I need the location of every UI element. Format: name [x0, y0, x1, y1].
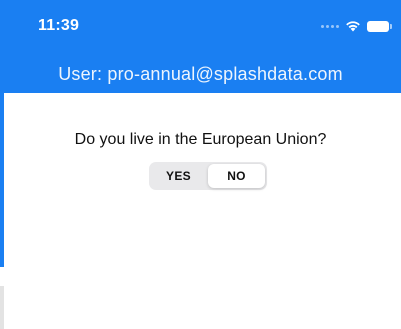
status-bar: 11:39 — [0, 0, 401, 54]
battery-icon — [367, 20, 392, 32]
left-edge-accent — [0, 93, 4, 267]
no-segment[interactable]: NO — [208, 164, 265, 188]
left-edge-divider — [0, 286, 4, 329]
wifi-icon — [346, 21, 360, 32]
yes-segment[interactable]: YES — [149, 162, 208, 190]
app-header: 11:39 User: pro-annual@splashdata.com — [0, 0, 401, 93]
eu-residency-question: Do you live in the European Union? — [74, 131, 327, 148]
user-account-label: User: pro-annual@splashdata.com — [58, 64, 343, 84]
cellular-signal-icon — [321, 24, 339, 28]
eu-residency-segmented-control[interactable]: YES NO — [149, 162, 267, 190]
status-icons — [321, 19, 392, 33]
status-time: 11:39 — [38, 17, 80, 34]
